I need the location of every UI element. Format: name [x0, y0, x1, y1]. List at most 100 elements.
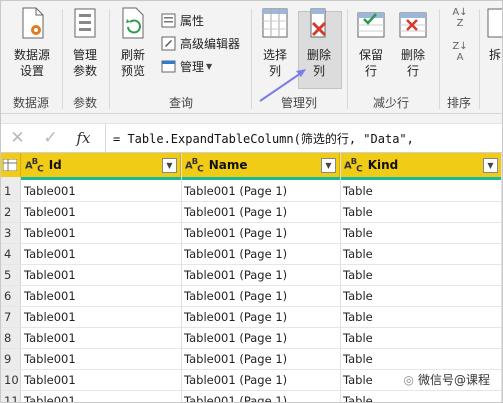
table-cell[interactable]: Table001 (Page 1) — [184, 226, 287, 240]
keep-rows-icon — [353, 7, 389, 43]
group-label-params: 参数 — [73, 96, 98, 110]
manage-button[interactable]: 管理 ▼ — [161, 58, 212, 75]
table-cell[interactable]: Table001 (Page 1) — [184, 331, 287, 345]
table-cell[interactable]: Table — [343, 226, 373, 240]
properties-icon — [161, 13, 176, 28]
manage-icon — [161, 60, 176, 73]
split-column-icon — [485, 7, 502, 43]
split-column-button[interactable]: 拆 — [485, 7, 502, 63]
row-number: 11 — [4, 394, 19, 403]
table-cell[interactable]: Table — [343, 373, 373, 387]
table-cell[interactable]: Table001 — [24, 184, 76, 198]
table-cell[interactable]: Table001 (Page 1) — [184, 352, 287, 366]
formula-bar-controls: ✕ ✓ fx — [1, 124, 106, 152]
row-number: 10 — [4, 373, 19, 387]
column-divider — [181, 153, 182, 402]
table-cell[interactable]: Table001 (Page 1) — [184, 205, 287, 219]
row-divider — [1, 348, 502, 349]
table-cell[interactable]: Table001 (Page 1) — [184, 289, 287, 303]
parameters-icon — [65, 7, 105, 43]
remove-rows-label: 删除 行 — [400, 48, 425, 78]
keep-rows-button[interactable]: 保留 行 — [353, 7, 389, 79]
table-cell[interactable]: Table001 — [24, 205, 76, 219]
column-divider — [501, 153, 502, 402]
advanced-editor-label: 高级编辑器 — [180, 37, 241, 51]
text-type-icon[interactable]: ABC — [344, 156, 363, 174]
table-menu-icon[interactable] — [1, 153, 21, 177]
keep-rows-label: 保留 行 — [358, 48, 383, 78]
table-cell[interactable]: Table001 — [24, 331, 76, 345]
formula-bar: ✕ ✓ fx = Table.ExpandTableColumn(筛选的行, "… — [1, 123, 502, 153]
table-cell[interactable]: Table — [343, 352, 373, 366]
table-cell[interactable]: Table — [343, 268, 373, 282]
row-number: 9 — [4, 352, 12, 366]
table-cell[interactable]: Table001 — [24, 352, 76, 366]
manage-parameters-label: 管理 参数 — [72, 48, 97, 78]
table-cell[interactable]: Table001 — [24, 394, 76, 402]
table-cell[interactable]: Table001 — [24, 226, 76, 240]
sort-ascending-button[interactable]: A↓ Z — [445, 7, 475, 29]
separator — [109, 9, 110, 109]
watermark-text: 微信号@课程 — [417, 373, 490, 387]
remove-rows-button[interactable]: 删除 行 — [395, 7, 431, 79]
table-cell[interactable]: Table001 — [24, 247, 76, 261]
formula-text[interactable]: = Table.ExpandTableColumn(筛选的行, "Data", — [113, 130, 414, 147]
annotation-arrow — [259, 69, 306, 102]
remove-columns-icon — [299, 7, 339, 43]
properties-button[interactable]: 属性 — [161, 12, 204, 29]
filter-dropdown-icon[interactable]: ▼ — [483, 158, 498, 173]
row-number: 4 — [4, 247, 12, 261]
table-cell[interactable]: Table — [343, 394, 373, 402]
table-cell[interactable]: Table — [343, 331, 373, 345]
column-header-label: Id — [48, 158, 62, 172]
table-cell[interactable]: Table — [343, 205, 373, 219]
table-cell[interactable]: Table — [343, 289, 373, 303]
group-label-datasource: 数据源 — [13, 96, 50, 110]
filter-dropdown-icon[interactable]: ▼ — [321, 158, 336, 173]
column-divider — [340, 153, 341, 402]
manage-parameters-button[interactable]: 管理 参数 — [65, 7, 105, 79]
group-label-reduce-rows: 减少行 — [373, 96, 410, 110]
column-header-label: Kind — [367, 158, 399, 172]
table-cell[interactable]: Table001 (Page 1) — [184, 310, 287, 324]
table-cell[interactable]: Table001 — [24, 310, 76, 324]
column-header-name[interactable]: ABC Name ▼ — [181, 153, 340, 177]
row-divider — [1, 306, 502, 307]
table-cell[interactable]: Table001 (Page 1) — [184, 184, 287, 198]
table-cell[interactable]: Table001 — [24, 289, 76, 303]
fx-icon[interactable]: fx — [67, 129, 100, 147]
table-cell[interactable]: Table001 (Page 1) — [184, 394, 287, 402]
row-number: 1 — [4, 184, 12, 198]
table-cell[interactable]: Table001 — [24, 268, 76, 282]
column-quality-bar — [21, 177, 502, 180]
ribbon: 数据源 设置 数据源 管理 参数 参数 刷新 预览 属性 高级编辑器 管理 ▼ … — [1, 1, 502, 114]
row-divider — [1, 243, 502, 244]
row-divider — [1, 327, 502, 328]
table-cell[interactable]: Table001 — [24, 373, 76, 387]
sort-descending-button[interactable]: Z↓ A — [445, 41, 475, 63]
refresh-icon — [113, 7, 153, 43]
cancel-icon[interactable]: ✕ — [1, 128, 34, 148]
table-cell[interactable]: Table001 (Page 1) — [184, 268, 287, 282]
column-header-id[interactable]: ABC Id ▼ — [21, 153, 181, 177]
column-header-kind[interactable]: ABC Kind ▼ — [340, 153, 502, 177]
text-type-icon[interactable]: ABC — [25, 156, 44, 174]
separator — [439, 9, 440, 109]
table-cell[interactable]: Table001 (Page 1) — [184, 373, 287, 387]
table-cell[interactable]: Table — [343, 310, 373, 324]
confirm-icon[interactable]: ✓ — [34, 128, 67, 148]
table-cell[interactable]: Table001 (Page 1) — [184, 247, 287, 261]
filter-dropdown-icon[interactable]: ▼ — [162, 158, 177, 173]
split-column-label: 拆 — [488, 48, 501, 62]
data-source-settings-button[interactable]: 数据源 设置 — [9, 7, 55, 79]
choose-columns-icon — [257, 7, 293, 43]
data-source-settings-label: 数据源 设置 — [13, 48, 50, 78]
advanced-editor-button[interactable]: 高级编辑器 — [161, 35, 240, 52]
advanced-editor-icon — [161, 36, 176, 51]
text-type-icon[interactable]: ABC — [185, 156, 204, 174]
table-cell[interactable]: Table — [343, 184, 373, 198]
row-number: 7 — [4, 310, 12, 324]
refresh-preview-button[interactable]: 刷新 预览 — [113, 7, 153, 79]
power-query-window: 数据源 设置 数据源 管理 参数 参数 刷新 预览 属性 高级编辑器 管理 ▼ … — [0, 0, 503, 403]
table-cell[interactable]: Table — [343, 247, 373, 261]
